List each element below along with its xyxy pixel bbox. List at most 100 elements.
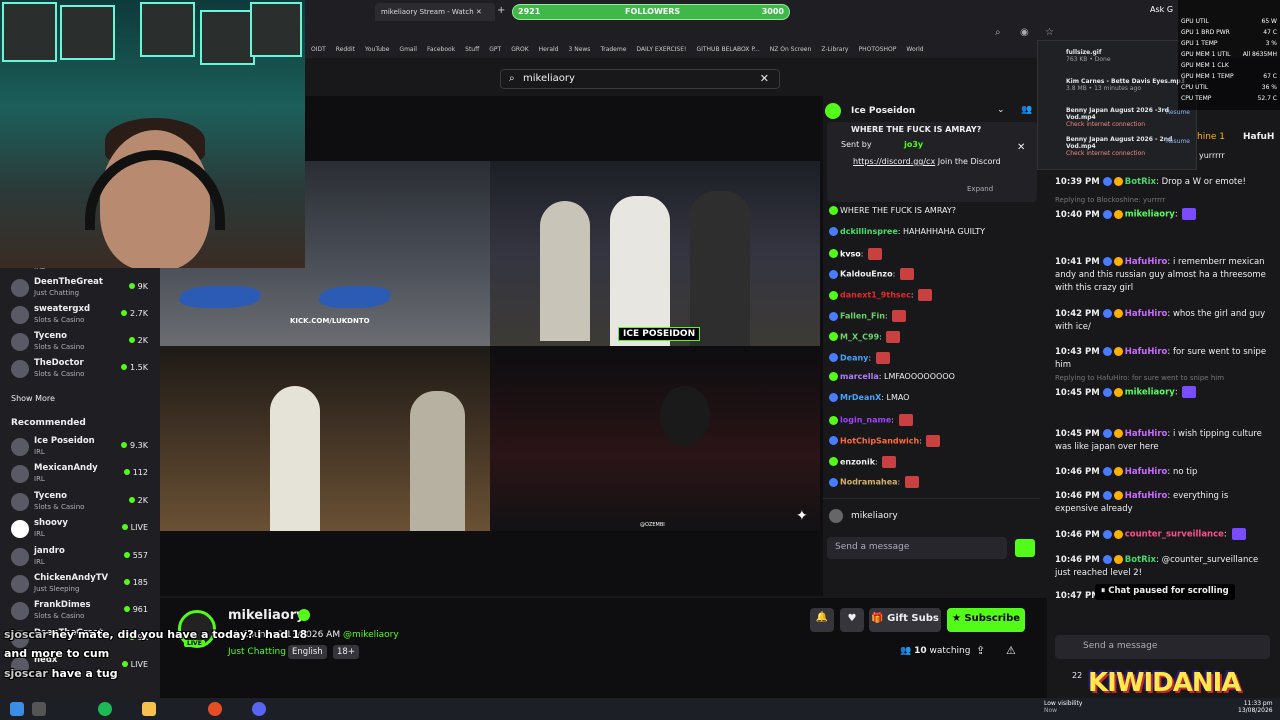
sidebar-recommended-channel[interactable]: jandro IRL 557 bbox=[11, 545, 156, 571]
channel-name[interactable]: mikeliaory bbox=[228, 608, 305, 623]
chat-username[interactable]: BotRix bbox=[1125, 555, 1156, 565]
spotify-icon[interactable] bbox=[98, 702, 112, 716]
gift-subs-button[interactable]: 🎁 Gift Subs bbox=[869, 608, 941, 632]
live-dot bbox=[123, 579, 130, 585]
new-tab-button[interactable]: + bbox=[497, 5, 505, 16]
chat-username[interactable]: HafuHiro bbox=[1125, 491, 1168, 501]
sidebar-recommended-channel[interactable]: ChickenAndyTV Just Sleeping 185 bbox=[11, 572, 156, 598]
chat-paused-banner[interactable]: ⏸ Chat paused for scrolling bbox=[1095, 584, 1235, 600]
bookmark-item[interactable]: Stuff bbox=[465, 46, 479, 53]
search-input[interactable]: ⌕ mikeliaory ✕ bbox=[500, 69, 780, 89]
chat-username[interactable]: HafuHiro bbox=[1125, 309, 1168, 319]
chat-message: 10:45 PM HafuHiro: i wish tipping culture… bbox=[1055, 428, 1270, 454]
chevron-down-icon[interactable]: ⌄ bbox=[997, 105, 1005, 115]
sidebar-recommended-channel[interactable]: Tyceno Slots & Casino 2K bbox=[11, 490, 156, 516]
bookmark-item[interactable]: PHOTOSHOP bbox=[858, 46, 896, 53]
category-link[interactable]: Just Chatting bbox=[228, 647, 286, 657]
clear-search-icon[interactable]: ✕ bbox=[760, 72, 769, 85]
tag-language[interactable]: English bbox=[288, 645, 327, 659]
bookmark-item[interactable]: YouTube bbox=[365, 46, 389, 53]
search-icon[interactable]: ⌕ bbox=[995, 27, 1001, 38]
tag-age[interactable]: 18+ bbox=[333, 645, 359, 659]
chat-username[interactable]: HafuHiro bbox=[1125, 347, 1168, 357]
chrome-icon[interactable] bbox=[208, 702, 222, 716]
chat-username[interactable]: BotRix bbox=[1125, 177, 1156, 187]
chat-username[interactable]: mikeliaory bbox=[1125, 388, 1175, 398]
chat-username[interactable]: counter_surveillance bbox=[1125, 530, 1224, 540]
bookmark-item[interactable]: Trademe bbox=[600, 46, 626, 53]
bookmark-item[interactable]: World bbox=[906, 46, 923, 53]
show-more-link[interactable]: Show More bbox=[11, 394, 55, 403]
badge-icon bbox=[829, 226, 838, 236]
ask-button[interactable]: Ask G bbox=[1150, 5, 1173, 14]
chat-send-input[interactable]: Send a message bbox=[1055, 635, 1270, 659]
bell-icon[interactable]: 🔔 bbox=[810, 608, 834, 632]
clock[interactable]: 11:33 pm 13/08/2026 bbox=[1238, 700, 1273, 714]
expand-pinned[interactable]: Expand bbox=[967, 185, 993, 193]
sidebar-channel[interactable]: Tyceno Slots & Casino 2K bbox=[11, 330, 156, 356]
bookmark-item[interactable]: Facebook bbox=[427, 46, 455, 53]
sidebar-recommended-channel[interactable]: Ice Poseidon IRL 9.3K bbox=[11, 435, 156, 461]
channel-name: DeenTheGreat bbox=[34, 277, 103, 287]
report-icon[interactable]: ⚠ bbox=[1006, 644, 1016, 657]
avatar bbox=[11, 306, 29, 324]
bookmark-item[interactable]: GROK bbox=[511, 46, 528, 53]
bookmark-item[interactable]: Z-Library bbox=[821, 46, 848, 53]
close-pinned-icon[interactable]: ✕ bbox=[1017, 142, 1025, 153]
bookmark-item[interactable]: DAILY EXERCISE! bbox=[636, 46, 686, 53]
chat-username: KaldouEnzo bbox=[840, 269, 893, 279]
download-item[interactable]: fullsize.gif 763 KB • Done bbox=[1066, 49, 1186, 63]
discord-icon[interactable] bbox=[252, 702, 266, 716]
bookmark-item[interactable]: NZ On Screen bbox=[770, 46, 812, 53]
weather-widget[interactable]: Low visibility Now bbox=[1044, 700, 1082, 714]
incognito-icon[interactable]: ◉ bbox=[1020, 27, 1029, 38]
sidebar-recommended-channel[interactable]: MexicanAndy IRL 112 bbox=[11, 462, 156, 488]
chat-username[interactable]: HafuHiro bbox=[1125, 467, 1168, 477]
subscribe-button[interactable]: ★ Subscribe bbox=[947, 608, 1025, 632]
bookmark-item[interactable]: Herald bbox=[539, 46, 559, 53]
badge-icon bbox=[1102, 309, 1112, 318]
sidebar-channel[interactable]: DeenTheGreat Just Chatting 9K bbox=[11, 276, 156, 302]
users-icon[interactable]: 👥 bbox=[1021, 105, 1032, 115]
hw-label: GPU 1 BRD PWR bbox=[1181, 29, 1230, 36]
embedded-send-input[interactable]: Send a message bbox=[827, 537, 1007, 559]
chat-username[interactable]: mikeliaory bbox=[1125, 210, 1175, 220]
share-icon[interactable]: ⇪ bbox=[976, 644, 985, 657]
chat-message: 10:46 PM HafuHiro: everything is expensiv… bbox=[1055, 490, 1270, 516]
heart-icon[interactable]: ♥ bbox=[840, 608, 864, 632]
download-item[interactable]: Kim Carnes - Bette Davis Eyes.mp3 3.8 MB … bbox=[1066, 78, 1186, 92]
start-icon[interactable] bbox=[10, 702, 24, 716]
bookmark-star-icon[interactable]: ☆ bbox=[1045, 27, 1054, 38]
sidebar-recommended-channel[interactable]: FrankDimes Slots & Casino 961 bbox=[11, 599, 156, 625]
taskview-icon[interactable] bbox=[32, 702, 46, 716]
pip-icon[interactable]: ✦ bbox=[796, 508, 808, 524]
browser-tab-active[interactable]: mikeliaory Stream - Watch ✕ bbox=[375, 3, 495, 21]
sidebar-recommended-channel[interactable]: shoovy IRL LIVE bbox=[11, 517, 156, 543]
download-item[interactable]: Benny Japan August 2026 - 2nd Vod.mp4 Che… bbox=[1066, 136, 1190, 157]
badge-icon bbox=[829, 290, 838, 300]
bookmark-item[interactable]: GITHUB BELABOX P... bbox=[696, 46, 759, 53]
sidebar-channel[interactable]: sweatergxd Slots & Casino 2.7K bbox=[11, 303, 156, 329]
chat-username: Nodramahea bbox=[840, 477, 898, 487]
tab-title: mikeliaory Stream - Watch bbox=[381, 8, 474, 16]
chat-username: Deany bbox=[840, 353, 869, 363]
chat-username[interactable]: HafuHiro bbox=[1125, 429, 1168, 439]
resume-button[interactable]: Resume bbox=[1166, 138, 1190, 145]
send-icon[interactable] bbox=[1015, 539, 1035, 557]
badge-icon bbox=[1102, 209, 1112, 219]
download-item[interactable]: Benny Japan August 2026 -3rd Vod.mp4 Chec… bbox=[1066, 107, 1190, 128]
avatar bbox=[11, 465, 29, 484]
avatar bbox=[11, 279, 29, 297]
resume-button[interactable]: Resume bbox=[1166, 109, 1190, 116]
folder-icon[interactable] bbox=[142, 702, 156, 716]
chat-username[interactable]: HafuHiro bbox=[1125, 257, 1168, 267]
bookmark-item[interactable]: 3 News bbox=[569, 46, 591, 53]
sidebar-channel[interactable]: TheDoctor Slots & Casino 1.5K bbox=[11, 357, 156, 383]
bookmark-item[interactable]: Gmail bbox=[399, 46, 417, 53]
bookmark-item[interactable]: Reddit bbox=[336, 46, 355, 53]
followers-goal-bar: 2921 FOLLOWERS 3000 bbox=[512, 4, 790, 20]
embedded-chat-message: danext1_9thsec: bbox=[829, 289, 933, 302]
bookmark-item[interactable]: OIDT bbox=[311, 46, 326, 53]
search-icon: ⌕ bbox=[509, 73, 515, 84]
bookmark-item[interactable]: GPT bbox=[489, 46, 501, 53]
